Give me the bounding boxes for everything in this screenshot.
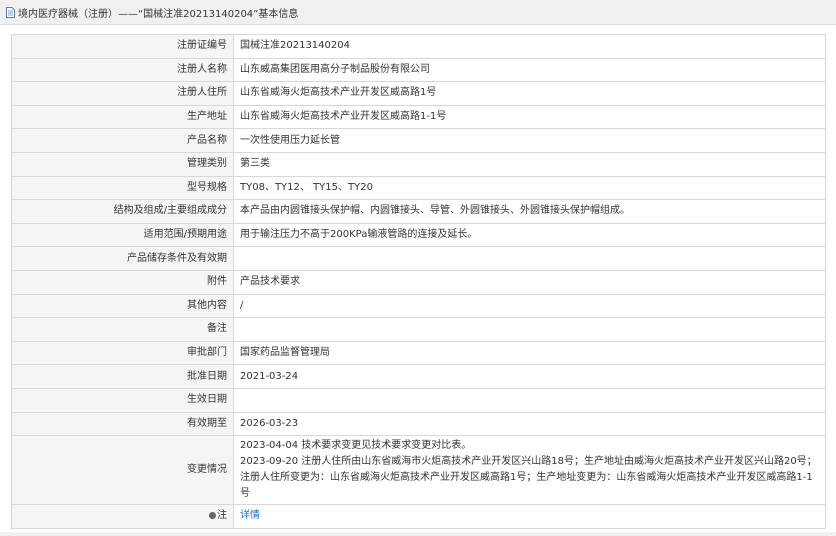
row-value: 一次性使用压力延长管 (233, 128, 826, 153)
table-row: 批准日期 2021-03-24 (11, 364, 826, 389)
bullet-icon (209, 511, 216, 519)
row-label: 注册人名称 (11, 57, 234, 83)
row-label: 产品名称 (11, 128, 234, 153)
change-line: 2023-09-20 注册人住所由山东省威海市火炬高技术产业开发区兴山路18号；… (240, 456, 817, 500)
document-icon (6, 6, 15, 18)
row-label: 管理类别 (11, 151, 234, 177)
row-value: 国家药品监督管理局 (233, 340, 826, 366)
row-value (233, 317, 826, 342)
row-value: TY08、TY12、 TY15、TY20 (233, 175, 826, 201)
table-row: 产品名称 一次性使用压力延长管 (11, 128, 826, 153)
note-value: 详情 (233, 504, 826, 529)
note-label: 注 (217, 510, 227, 522)
row-label: 型号规格 (11, 175, 234, 201)
page-title: 境内医疗器械（注册）——“国械注准20213140204”基本信息 (18, 8, 299, 20)
change-row: 变更情况 2023-04-04 技术要求变更见技术要求变更对比表。 2023-0… (11, 435, 826, 506)
table-row: 注册证编号 国械注准20213140204 (11, 34, 826, 59)
row-value: 2021-03-24 (233, 364, 826, 389)
table-row: 生效日期 (11, 387, 826, 413)
row-value: / (233, 293, 826, 319)
table-row: 生产地址 山东省威海火炬高技术产业开发区威高路1-1号 (11, 104, 826, 130)
table-row: 注册人住所 山东省威海火炬高技术产业开发区威高路1号 (11, 81, 826, 106)
change-value: 2023-04-04 技术要求变更见技术要求变更对比表。 2023-09-20 … (233, 435, 826, 506)
info-table: 注册证编号 国械注准20213140204 注册人名称 山东威高集团医用高分子制品股… (11, 34, 826, 529)
row-value: 国械注准20213140204 (233, 34, 826, 59)
bottom-strip (0, 532, 836, 536)
row-value: 山东省威海火炬高技术产业开发区威高路1-1号 (233, 104, 826, 130)
row-value (233, 246, 826, 271)
note-row: 注 详情 (11, 504, 826, 529)
detail-link[interactable]: 详情 (240, 510, 260, 521)
table-row: 其他内容 / (11, 293, 826, 319)
page-header: 境内医疗器械（注册）——“国械注准20213140204”基本信息 (0, 0, 836, 25)
row-label: 适用范围/预期用途 (11, 222, 234, 248)
table-row: 管理类别 第三类 (11, 151, 826, 177)
table-row: 附件 产品技术要求 (11, 269, 826, 295)
row-label: 附件 (11, 269, 234, 295)
table-row: 有效期至 2026-03-23 (11, 411, 826, 437)
row-label: 生产地址 (11, 104, 234, 130)
table-row: 产品储存条件及有效期 (11, 246, 826, 271)
row-value: 产品技术要求 (233, 269, 826, 295)
row-value: 第三类 (233, 151, 826, 177)
row-label: 批准日期 (11, 364, 234, 389)
row-value: 用于输注压力不高于200KPa输液管路的连接及延长。 (233, 222, 826, 248)
table-row: 适用范围/预期用途 用于输注压力不高于200KPa输液管路的连接及延长。 (11, 222, 826, 248)
change-line: 2023-04-04 技术要求变更见技术要求变更对比表。 (240, 440, 472, 452)
note-label-cell: 注 (11, 504, 234, 529)
row-value: 2026-03-23 (233, 411, 826, 437)
row-value: 山东威高集团医用高分子制品股份有限公司 (233, 57, 826, 83)
row-label: 注册人住所 (11, 81, 234, 106)
row-label: 注册证编号 (11, 34, 234, 59)
table-row: 型号规格 TY08、TY12、 TY15、TY20 (11, 175, 826, 201)
row-value: 本产品由内圆锥接头保护帽、内圆锥接头、导管、外圆锥接头、外圆锥接头保护帽组成。 (233, 199, 826, 224)
table-row: 审批部门 国家药品监督管理局 (11, 340, 826, 366)
row-label: 有效期至 (11, 411, 234, 437)
row-label: 生效日期 (11, 387, 234, 413)
table-row: 注册人名称 山东威高集团医用高分子制品股份有限公司 (11, 57, 826, 83)
row-label: 其他内容 (11, 293, 234, 319)
table-row: 结构及组成/主要组成成分 本产品由内圆锥接头保护帽、内圆锥接头、导管、外圆锥接头、… (11, 199, 826, 224)
row-label: 审批部门 (11, 340, 234, 366)
row-label: 备注 (11, 317, 234, 342)
table-row: 备注 (11, 317, 826, 342)
row-value (233, 387, 826, 413)
change-label: 变更情况 (11, 435, 234, 506)
row-value: 山东省威海火炬高技术产业开发区威高路1号 (233, 81, 826, 106)
row-label: 结构及组成/主要组成成分 (11, 199, 234, 224)
row-label: 产品储存条件及有效期 (11, 246, 234, 271)
